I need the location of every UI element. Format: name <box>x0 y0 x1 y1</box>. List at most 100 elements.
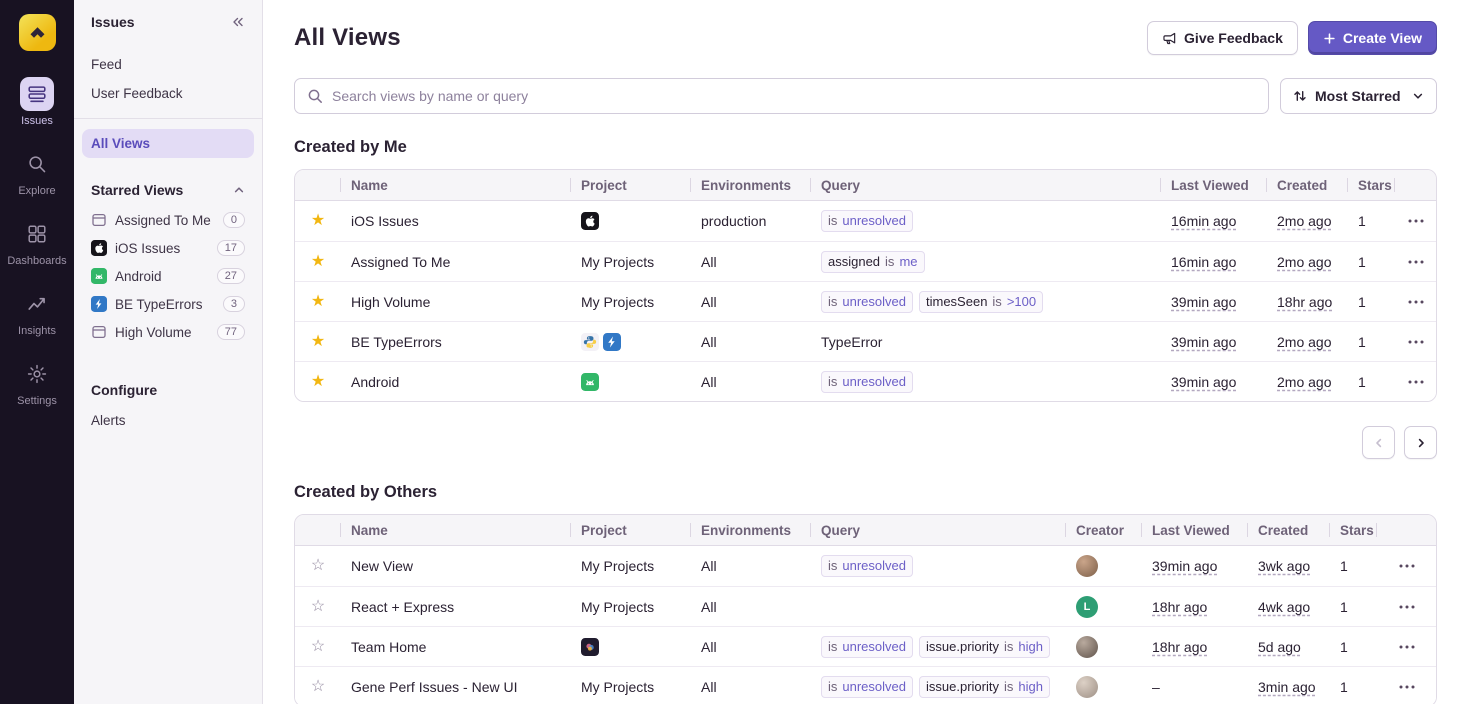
sidebar-item-feed[interactable]: Feed <box>82 50 254 79</box>
query-cell: TypeError <box>811 322 1161 361</box>
rail-item-issues[interactable]: Issues <box>20 77 54 127</box>
configure-section-header: Configure <box>82 382 254 398</box>
table-row[interactable]: ☆ Team Home All is unresolved issue.prio… <box>295 626 1436 666</box>
star-icon[interactable]: ★ <box>311 334 325 350</box>
star-icon[interactable]: ★ <box>311 213 325 229</box>
sidebar-item-be-typeerrors[interactable]: BE TypeErrors 3 <box>82 290 254 318</box>
table-row[interactable]: ☆ New View My Projects All is unresolved… <box>295 546 1436 586</box>
ellipsis-icon <box>1399 564 1415 568</box>
table-row[interactable]: ☆ Gene Perf Issues - New UI My Projects … <box>295 666 1436 704</box>
row-menu-button[interactable] <box>1403 255 1429 269</box>
stars-count: 1 <box>1348 242 1395 281</box>
sidebar-item-ios-issues[interactable]: iOS Issues 17 <box>82 234 254 262</box>
ellipsis-icon <box>1408 380 1424 384</box>
row-menu-button[interactable] <box>1394 640 1420 654</box>
team-project-icon <box>581 638 599 656</box>
star-icon[interactable]: ★ <box>311 254 325 270</box>
gear-icon <box>20 357 54 391</box>
created-at: 2mo ago <box>1277 213 1331 229</box>
sidebar-item-all-views[interactable]: All Views <box>82 129 254 158</box>
project-cell <box>571 627 691 666</box>
row-menu-button[interactable] <box>1403 214 1429 228</box>
created-at: 4wk ago <box>1258 599 1310 615</box>
python-icon <box>581 333 599 351</box>
column-header-environments: Environments <box>691 515 811 545</box>
give-feedback-button[interactable]: Give Feedback <box>1147 21 1298 55</box>
row-menu-button[interactable] <box>1394 600 1420 614</box>
row-menu-button[interactable] <box>1403 375 1429 389</box>
issues-icon <box>20 77 54 111</box>
row-menu-button[interactable] <box>1394 680 1420 694</box>
view-name[interactable]: Team Home <box>341 627 571 666</box>
pagination-prev-button[interactable] <box>1362 426 1395 459</box>
query-cell: is unresolved <box>811 546 1066 586</box>
created-at: 2mo ago <box>1277 254 1331 270</box>
search-icon <box>307 88 323 104</box>
query-token: assigned is me <box>821 251 925 273</box>
sentry-logo[interactable] <box>19 14 56 51</box>
view-name[interactable]: Android <box>341 362 571 401</box>
ellipsis-icon <box>1399 645 1415 649</box>
rail-item-insights[interactable]: Insights <box>18 287 56 337</box>
rail-label: Explore <box>18 185 55 197</box>
chevron-down-icon <box>1412 90 1424 102</box>
last-viewed: 39min ago <box>1152 558 1217 574</box>
row-menu-button[interactable] <box>1394 559 1420 573</box>
star-icon[interactable]: ★ <box>311 374 325 390</box>
rail-item-explore[interactable]: Explore <box>18 147 55 197</box>
column-header-star <box>295 170 341 200</box>
table-row[interactable]: ★ iOS Issues production is unresolved 16… <box>295 201 1436 241</box>
view-name[interactable]: High Volume <box>341 282 571 321</box>
sidebar-collapse-icon[interactable] <box>231 16 245 28</box>
table-row[interactable]: ★ BE TypeErrors All TypeError 39min ago … <box>295 321 1436 361</box>
column-header-stars: Stars <box>1348 170 1395 200</box>
table-row[interactable]: ★ Android All is unresolved 39min ago 2m… <box>295 361 1436 401</box>
chevron-up-icon[interactable] <box>233 184 245 196</box>
sidebar-item-high-volume[interactable]: High Volume 77 <box>82 318 254 346</box>
view-name[interactable]: Assigned To Me <box>341 242 571 281</box>
table-row[interactable]: ★ High Volume My Projects All is unresol… <box>295 281 1436 321</box>
created-at: 3min ago <box>1258 679 1316 695</box>
search-box[interactable] <box>294 78 1269 114</box>
platform-blue-icon <box>91 296 107 312</box>
stars-count: 1 <box>1348 322 1395 361</box>
rail-item-dashboards[interactable]: Dashboards <box>7 217 66 267</box>
platform-blue-icon <box>603 333 621 351</box>
ellipsis-icon <box>1408 219 1424 223</box>
rail-item-settings[interactable]: Settings <box>17 357 57 407</box>
sidebar-item-user-feedback[interactable]: User Feedback <box>82 79 254 108</box>
starred-view-label: High Volume <box>115 325 192 340</box>
column-header-query: Query <box>811 170 1161 200</box>
sidebar-item-alerts[interactable]: Alerts <box>82 406 254 435</box>
project-cell <box>571 362 691 401</box>
star-icon[interactable]: ★ <box>311 294 325 310</box>
table-row[interactable]: ★ Assigned To Me My Projects All assigne… <box>295 241 1436 281</box>
view-name[interactable]: Gene Perf Issues - New UI <box>341 667 571 704</box>
view-name[interactable]: React + Express <box>341 587 571 626</box>
view-name[interactable]: New View <box>341 546 571 586</box>
create-view-button[interactable]: Create View <box>1308 21 1437 55</box>
sidebar-item-android[interactable]: Android 27 <box>82 262 254 290</box>
star-outline-icon[interactable]: ☆ <box>311 599 325 615</box>
star-outline-icon[interactable]: ☆ <box>311 679 325 695</box>
star-outline-icon[interactable]: ☆ <box>311 639 325 655</box>
grid-icon <box>20 217 54 251</box>
table-row[interactable]: ☆ React + Express My Projects All L 18hr… <box>295 586 1436 626</box>
count-badge: 17 <box>217 240 245 256</box>
ellipsis-icon <box>1408 260 1424 264</box>
table-header-row: Name Project Environments Query Creator … <box>295 515 1436 546</box>
star-outline-icon[interactable]: ☆ <box>311 558 325 574</box>
view-name[interactable]: iOS Issues <box>341 201 571 241</box>
column-header-last-viewed: Last Viewed <box>1142 515 1248 545</box>
query-cell <box>811 587 1066 626</box>
sidebar-item-assigned-to-me[interactable]: Assigned To Me 0 <box>82 206 254 234</box>
view-name[interactable]: BE TypeErrors <box>341 322 571 361</box>
row-menu-button[interactable] <box>1403 295 1429 309</box>
pagination-next-button[interactable] <box>1404 426 1437 459</box>
row-menu-button[interactable] <box>1403 335 1429 349</box>
search-input[interactable] <box>332 88 1256 104</box>
column-header-query: Query <box>811 515 1066 545</box>
environments-cell: All <box>691 362 811 401</box>
sort-dropdown[interactable]: Most Starred <box>1280 78 1437 114</box>
created-at: 5d ago <box>1258 639 1301 655</box>
